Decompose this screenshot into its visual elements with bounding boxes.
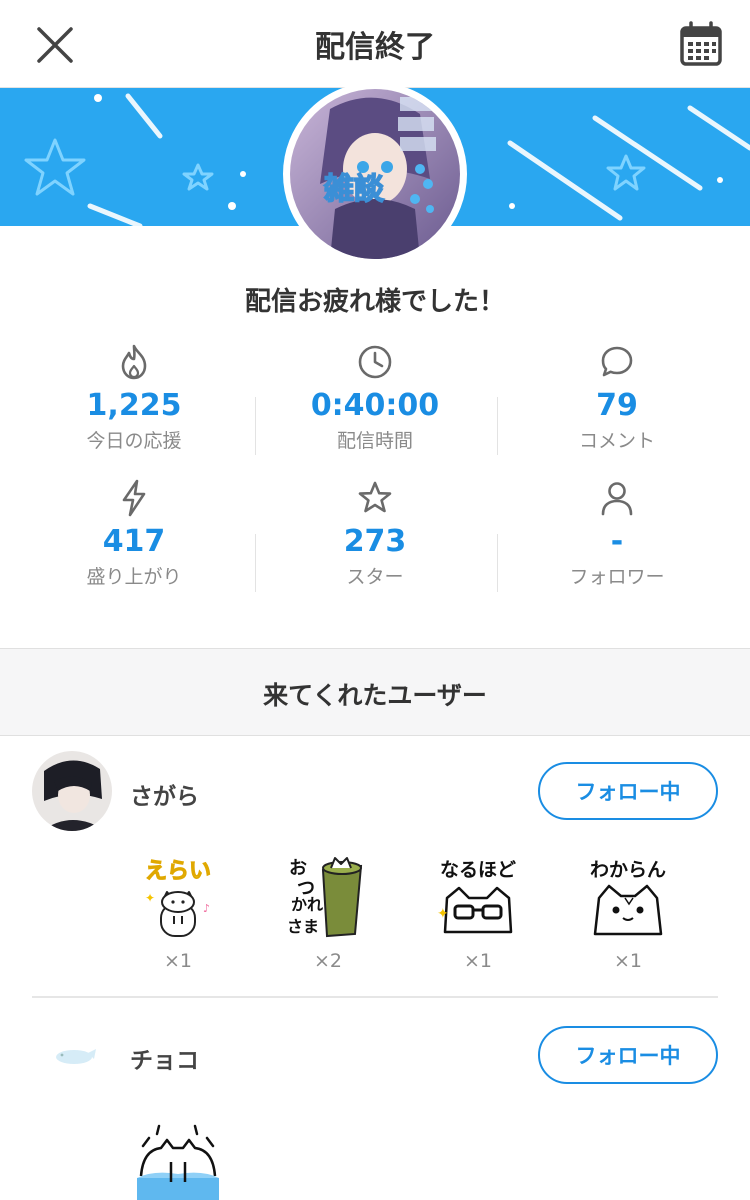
- avatar[interactable]: [32, 1015, 112, 1095]
- stat-followers: - フォロワー: [497, 478, 737, 589]
- stamp-crying-cat: [133, 1124, 223, 1200]
- svg-text:えらい: えらい: [145, 859, 211, 884]
- stat-label: スター: [346, 566, 404, 588]
- divider: [32, 996, 718, 998]
- stat-stars: 273 スター: [255, 478, 495, 589]
- erai-stamp: えらい ✦ ♪: [144, 859, 212, 937]
- stat-value: 417: [102, 524, 166, 559]
- stamp-erai: えらい ✦ ♪: [133, 852, 223, 942]
- header: 配信終了: [0, 0, 750, 88]
- comment-icon: [601, 346, 633, 377]
- wakaran-stamp: わからん: [590, 859, 666, 936]
- naruhodo-stamp: なるほど ✦: [437, 859, 516, 934]
- user-avatar-image: [32, 751, 112, 831]
- thanks-message: 配信お疲れ様でした！: [244, 287, 505, 317]
- svg-text:わからん: わからん: [590, 859, 666, 881]
- avatar[interactable]: [32, 751, 112, 831]
- section-title: 来てくれたユーザー: [263, 681, 487, 710]
- svg-text:✦: ✦: [437, 906, 449, 922]
- otsukaresama-stamp: お つ かれ さま: [287, 857, 363, 938]
- stat-label: 盛り上がり: [86, 566, 182, 588]
- stat-comments: 79 コメント: [497, 342, 737, 453]
- user-name[interactable]: チョコ: [130, 1041, 199, 1075]
- stamp-count: ×1: [163, 950, 192, 972]
- user-avatar-image: [32, 1015, 112, 1095]
- stat-label: フォロワー: [569, 566, 665, 588]
- flame-icon: [121, 344, 147, 380]
- stat-value: 0:40:00: [310, 388, 440, 423]
- star-icon: [358, 481, 392, 513]
- stamp-otsukaresama: お つ かれ さま: [283, 852, 373, 942]
- stat-value: -: [610, 524, 624, 559]
- lightning-icon: [122, 479, 146, 517]
- calendar-button[interactable]: [676, 18, 726, 70]
- stamp-wakaran: わからん: [583, 852, 673, 942]
- stat-value: 1,225: [86, 388, 182, 423]
- svg-text:お: お: [289, 858, 307, 879]
- clock-icon: [358, 345, 392, 379]
- svg-text:かれ: かれ: [291, 895, 323, 914]
- stat-value: 273: [343, 524, 407, 559]
- stamp-count: ×2: [313, 950, 342, 972]
- svg-text:✦: ✦: [145, 891, 155, 905]
- crying-cat-stamp: [137, 1124, 219, 1200]
- person-icon: [601, 482, 633, 516]
- svg-text:♪: ♪: [203, 902, 210, 915]
- stat-support: 1,225 今日の応援: [14, 342, 254, 453]
- stat-label: 今日の応援: [86, 430, 182, 452]
- avatar-caption: 雑談: [323, 172, 385, 207]
- follow-button[interactable]: フォロー中: [538, 762, 718, 820]
- stamp-naruhodo: なるほど ✦: [433, 852, 523, 942]
- stat-excitement: 417 盛り上がり: [14, 478, 254, 589]
- streamer-avatar-image: 雑談: [290, 89, 460, 259]
- svg-text:なるほど: なるほど: [440, 859, 516, 881]
- stamp-count: ×1: [463, 950, 492, 972]
- svg-text:さま: さま: [287, 917, 319, 936]
- stat-label: 配信時間: [336, 430, 413, 452]
- user-name[interactable]: さがら: [130, 777, 199, 811]
- calendar-icon: [680, 21, 722, 66]
- stamp-count: ×1: [613, 950, 642, 972]
- stat-label: コメント: [578, 430, 655, 452]
- follow-button[interactable]: フォロー中: [538, 1026, 718, 1084]
- page-title: 配信終了: [315, 30, 435, 65]
- stat-value: 79: [596, 388, 638, 423]
- streamer-avatar: 雑談: [283, 82, 467, 266]
- stat-stream-time: 0:40:00 配信時間: [255, 342, 495, 453]
